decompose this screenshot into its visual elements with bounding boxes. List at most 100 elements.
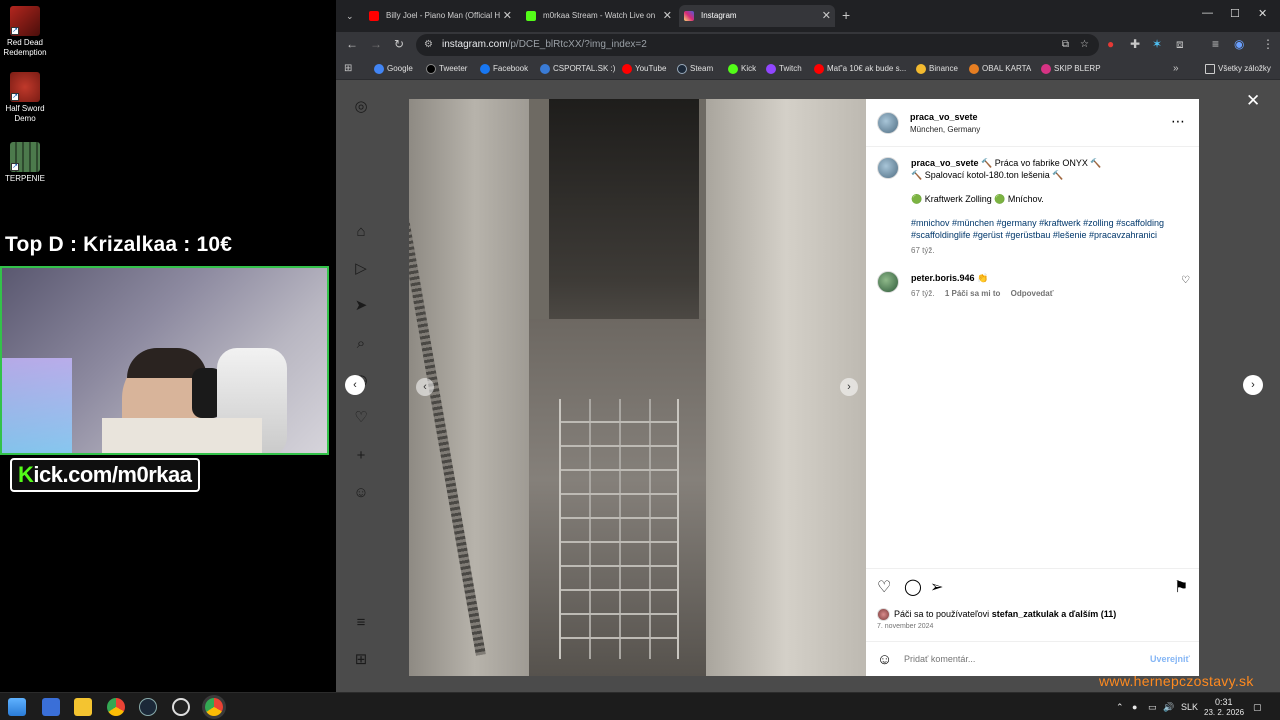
close-tab-icon[interactable]: ✕ (503, 5, 512, 27)
bookmark-mata[interactable]: Mať'a 10€ ak bude s... (814, 62, 906, 76)
language-indicator[interactable]: SLK (1181, 701, 1198, 713)
reels-icon[interactable]: ▷ (353, 261, 369, 277)
home-icon[interactable]: ⌂ (353, 224, 369, 240)
pen-icon[interactable] (42, 698, 60, 716)
bookmark-twitch[interactable]: Twitch (766, 62, 802, 76)
minimize-icon[interactable]: — (1202, 7, 1213, 19)
address-bar[interactable]: ⚙ instagram.com/p/DCE_blRtcXX/?img_index… (416, 34, 1099, 56)
more-menu-icon[interactable]: ≡ (353, 615, 369, 631)
caption-hashtags-1[interactable]: #mnichov #münchen #germany #kraftwerk #z… (911, 217, 1164, 229)
install-app-icon[interactable]: ⧉ (1062, 34, 1069, 56)
chrome-icon[interactable] (205, 698, 223, 716)
emoji-icon[interactable]: ☺ (877, 651, 892, 668)
tab-kick[interactable]: m0rkaa Stream - Watch Live on ✕ (521, 5, 676, 27)
back-icon[interactable]: ← (346, 37, 358, 51)
all-bookmarks-folder[interactable]: Všetky záložky (1205, 62, 1271, 76)
bookmark-facebook[interactable]: Facebook (480, 62, 528, 76)
close-modal-icon[interactable]: ✕ (1246, 92, 1260, 110)
bookmark-skip-blerp[interactable]: SKIP BLERP (1041, 62, 1101, 76)
publish-button[interactable]: Uverejniť (1150, 654, 1190, 664)
create-icon[interactable]: + (353, 448, 369, 464)
windows-start-icon[interactable] (8, 698, 26, 716)
network-icon[interactable]: ▭ (1148, 701, 1157, 713)
author-avatar[interactable] (877, 112, 899, 134)
reload-icon[interactable]: ↻ (394, 37, 404, 51)
microphone-icon[interactable]: ● (1132, 701, 1137, 713)
profile-icon[interactable]: ☺ (353, 485, 369, 501)
bookmark-steam[interactable]: Steam (677, 62, 713, 76)
notification-icon[interactable]: ▢ (1253, 701, 1262, 713)
extension-icon[interactable]: ✚ (1130, 37, 1140, 51)
close-window-icon[interactable]: ✕ (1258, 7, 1267, 20)
post-location[interactable]: München, Germany (910, 125, 980, 134)
tab-search-icon[interactable]: ⌄ (346, 9, 354, 23)
search-icon[interactable]: ⌕ (353, 336, 369, 352)
forward-icon[interactable]: → (370, 37, 382, 51)
bookmark-binance[interactable]: Binance (916, 62, 958, 76)
extension-red-icon[interactable]: ● (1107, 37, 1114, 51)
desktop-icon-red-dead[interactable]: ↗ Red Dead Redemption (0, 6, 50, 58)
profile-avatar-icon[interactable]: ◉ (1234, 37, 1244, 51)
extensions-puzzle-icon[interactable]: ⧈ (1176, 37, 1184, 51)
comment-reply-button[interactable]: Odpovedať (1011, 289, 1054, 298)
extension-blue-icon[interactable]: ✶ (1152, 37, 1162, 51)
tab-instagram[interactable]: Instagram ✕ (679, 5, 835, 27)
chrome-alt-icon[interactable] (107, 698, 125, 716)
previous-post-icon[interactable]: ‹ (345, 375, 365, 395)
steam-icon[interactable] (139, 698, 157, 716)
like-heart-icon[interactable]: ♡ (877, 580, 891, 596)
save-bookmark-icon[interactable]: ⚑ (1174, 580, 1188, 596)
folder-icon (1205, 64, 1215, 74)
apps-grid-icon[interactable]: ⊞ (344, 62, 352, 76)
bookmark-tweeter[interactable]: Tweeter (426, 62, 467, 76)
threads-icon[interactable]: ⊞ (353, 652, 369, 668)
close-tab-icon[interactable]: ✕ (663, 5, 672, 27)
likes-suffix[interactable]: a ďalším (11) (1061, 609, 1116, 619)
carousel-prev-icon[interactable]: ‹ (416, 378, 434, 396)
clock-date[interactable]: 23. 2. 2026 (1204, 707, 1244, 719)
comment-like-icon[interactable]: ♡ (1181, 275, 1190, 286)
caption-username[interactable]: praca_vo_svete (911, 158, 979, 168)
bookmark-star-icon[interactable]: ☆ (1080, 34, 1089, 56)
bookmark-google[interactable]: Google (374, 62, 413, 76)
obs-icon[interactable] (172, 698, 190, 716)
more-bookmarks-icon[interactable]: » (1173, 62, 1179, 76)
volume-icon[interactable]: 🔊 (1163, 701, 1174, 713)
maximize-icon[interactable]: ☐ (1230, 7, 1240, 20)
site-info-icon[interactable]: ⚙ (424, 34, 433, 56)
comment-bubble-icon[interactable]: ◯ (904, 580, 922, 596)
post-options-icon[interactable]: ⋯ (1171, 113, 1185, 130)
notifications-heart-icon[interactable]: ♡ (353, 410, 369, 426)
desktop-icon-half-sword[interactable]: ↗ Half Sword Demo (0, 72, 50, 124)
bookmark-label: YouTube (635, 64, 667, 73)
bookmark-label: SKIP BLERP (1054, 64, 1101, 73)
caption-hashtags-2[interactable]: #scaffoldinglife #gerüst #gerüstbau #leš… (911, 229, 1157, 241)
caption-timestamp[interactable]: 67 týž. (911, 246, 935, 255)
desktop-icon-terpenie[interactable]: ↗ TERPENIE (0, 142, 50, 184)
tab-youtube[interactable]: Billy Joel - Piano Man (Official H ✕ (364, 5, 516, 27)
direct-icon[interactable]: ➤ (353, 298, 369, 314)
bookmark-csportal[interactable]: CSPORTAL.SK :) (540, 62, 615, 76)
next-post-icon[interactable]: › (1243, 375, 1263, 395)
comment-input[interactable] (904, 652, 1134, 666)
caption-author-avatar[interactable] (877, 157, 899, 179)
commenter-avatar[interactable] (877, 271, 899, 293)
likes-user[interactable]: stefan_zatkulak (992, 609, 1059, 619)
media-control-icon[interactable]: ≡ (1212, 37, 1219, 51)
comment-likes[interactable]: 1 Páči sa mi to (945, 289, 1001, 298)
bookmark-kick[interactable]: Kick (728, 62, 756, 76)
bookmark-obal-karta[interactable]: OBAL KARTA (969, 62, 1031, 76)
likes-summary[interactable]: Páči sa to používateľovi stefan_zatkulak… (894, 608, 1116, 620)
file-explorer-icon[interactable] (74, 698, 92, 716)
bookmark-youtube[interactable]: YouTube (622, 62, 666, 76)
commenter-username[interactable]: peter.boris.946 (911, 273, 975, 283)
menu-kebab-icon[interactable]: ⋮ (1262, 37, 1274, 51)
author-username[interactable]: praca_vo_svete (910, 112, 978, 122)
share-send-icon[interactable]: ➢ (930, 580, 943, 596)
new-tab-icon[interactable]: + (842, 8, 850, 22)
comment-time[interactable]: 67 týž. (911, 289, 935, 298)
tray-chevron-icon[interactable]: ⌃ (1116, 701, 1124, 713)
carousel-next-icon[interactable]: › (840, 378, 858, 396)
instagram-logo-icon[interactable]: ◎ (353, 99, 369, 115)
close-tab-icon[interactable]: ✕ (822, 5, 831, 27)
